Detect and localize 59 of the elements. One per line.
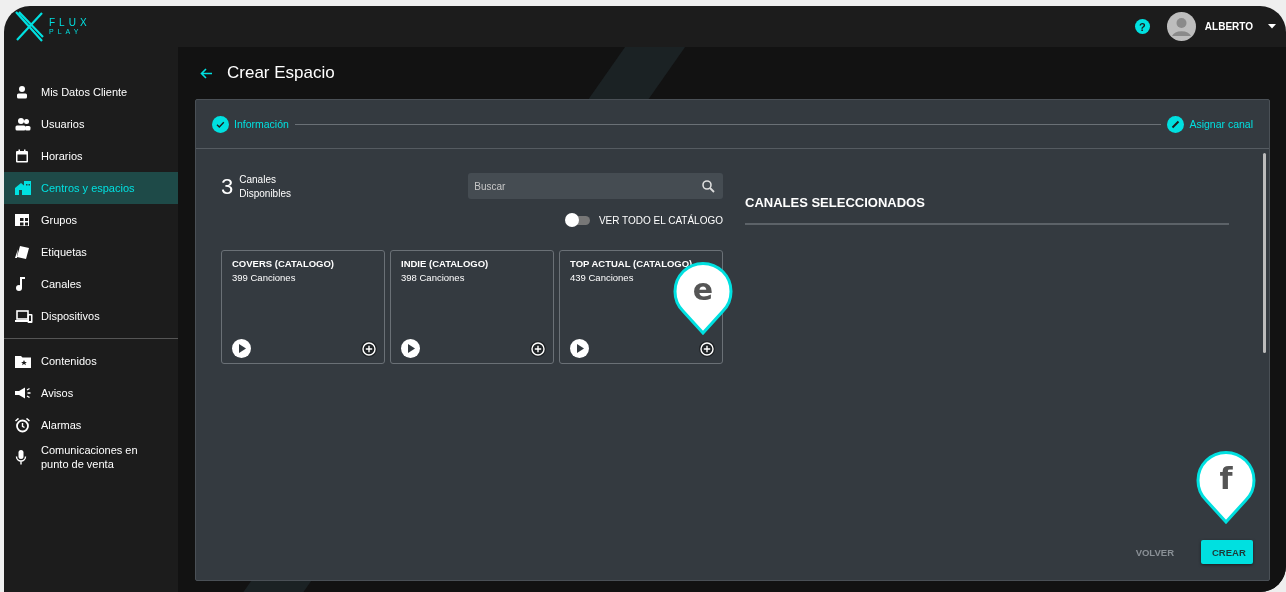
tags-icon — [15, 245, 31, 259]
catalog-toggle[interactable] — [567, 215, 590, 225]
song-count: 398 Canciones — [401, 272, 466, 283]
toggle-label: VER TODO EL CATÁLOGO — [598, 214, 723, 226]
logo-icon — [14, 10, 45, 43]
folder-star-icon — [15, 354, 31, 368]
sidebar-item[interactable]: Etiquetas — [4, 236, 178, 268]
pencil-circle-icon — [1167, 115, 1185, 133]
devices-icon — [15, 309, 33, 323]
sidebar-item[interactable]: Mis Datos Cliente — [4, 76, 178, 108]
microphone-icon — [15, 449, 27, 465]
add-button[interactable] — [699, 340, 715, 357]
person-icon — [15, 85, 29, 99]
channel-count: 3 — [221, 174, 234, 200]
help-button[interactable]: ? — [1134, 19, 1150, 34]
sidebar-item[interactable]: Centros y espacios — [4, 172, 178, 204]
grid-icon — [15, 214, 29, 226]
add-button[interactable] — [530, 340, 546, 357]
megaphone-icon — [15, 387, 31, 399]
play-button[interactable] — [401, 339, 420, 358]
buildings-icon — [15, 181, 31, 195]
caret-icon — [1268, 24, 1276, 29]
play-button[interactable] — [570, 339, 589, 358]
callout-label: e — [692, 275, 714, 305]
avatar-icon — [1166, 12, 1196, 41]
channel-title: TOP ACTUAL (CATALOGO) — [570, 258, 694, 269]
search-field[interactable]: Buscar — [468, 173, 723, 199]
selected-channels-title: CANALES SELECCIONADOS — [745, 195, 1229, 225]
add-button[interactable] — [361, 340, 377, 357]
count-label: Canales Disponibles — [239, 173, 292, 201]
stepper-step: Asignar canal — [1167, 115, 1253, 133]
page-title: Crear Espacio — [227, 63, 335, 83]
sidebar-item[interactable]: Usuarios — [4, 108, 178, 140]
channel-title: INDIE (CATALOGO) — [401, 258, 490, 269]
sidebar-item[interactable]: Comunicaciones en punto de venta — [4, 441, 178, 473]
sidebar-item[interactable]: Canales — [4, 268, 178, 300]
search-icon — [702, 179, 715, 193]
sidebar-item[interactable]: Dispositivos — [4, 300, 178, 332]
logo-text: FLUX — [49, 18, 91, 28]
play-button[interactable] — [232, 339, 251, 358]
sidebar-item[interactable]: Grupos — [4, 204, 178, 236]
song-count: 399 Canciones — [232, 272, 297, 283]
music-note-icon — [15, 277, 25, 291]
callout-label: f — [1219, 464, 1233, 494]
people-icon — [15, 117, 31, 131]
channel-title: COVERS (CATALOGO) — [232, 258, 336, 269]
stepper-step: Información — [212, 115, 289, 133]
alarm-clock-icon — [15, 417, 30, 433]
song-count: 439 Canciones — [570, 272, 635, 283]
create-button[interactable]: CREAR — [1201, 540, 1253, 564]
sidebar-item[interactable]: Horarios — [4, 140, 178, 172]
back-arrow-icon[interactable] — [200, 67, 213, 79]
check-circle-icon — [212, 115, 229, 133]
sidebar-item[interactable]: Avisos — [4, 377, 178, 409]
user-menu[interactable]: ALBERTO — [1166, 12, 1276, 41]
sidebar-item[interactable]: Contenidos — [4, 345, 178, 377]
calendar-icon — [15, 149, 29, 163]
back-button[interactable]: VOLVER — [1124, 540, 1185, 564]
sidebar-item[interactable]: Alarmas — [4, 409, 178, 441]
